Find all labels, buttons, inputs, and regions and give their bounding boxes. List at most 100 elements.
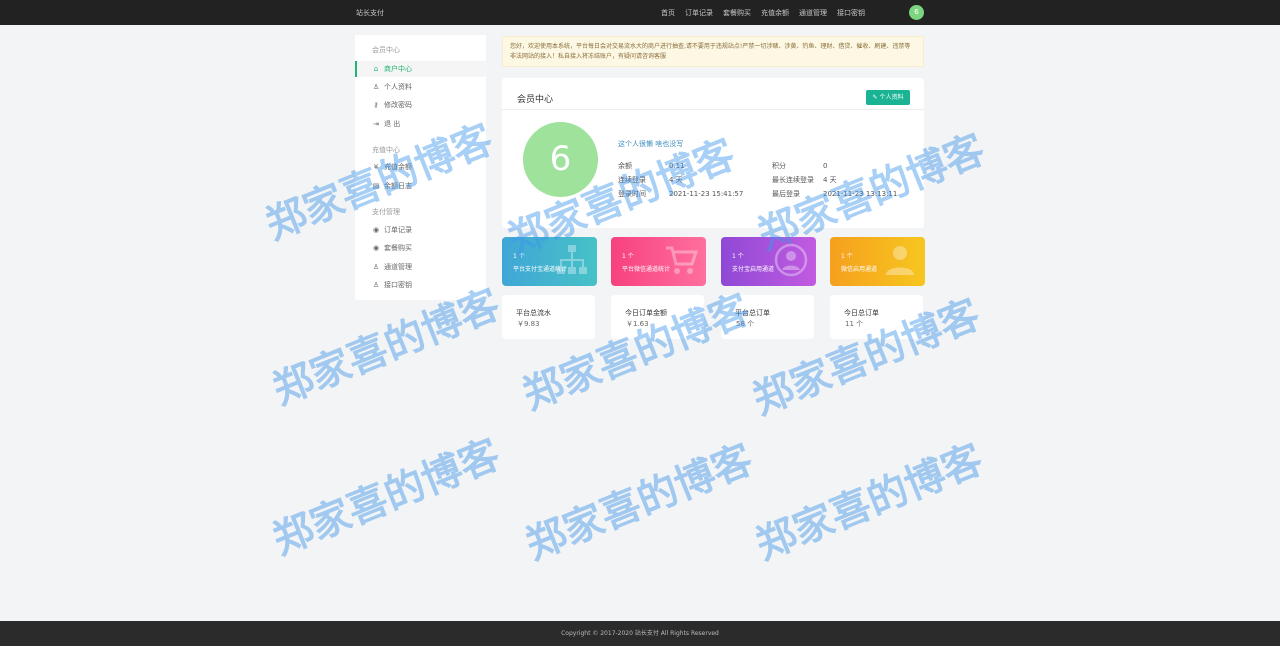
info-key: 最长连续登录 [772,176,814,184]
info-longest-login: 最长连续登录 4 天 [772,175,837,185]
watermark-text: 郑家喜的博客 [749,436,990,569]
watermark-text: 郑家喜的博客 [266,431,507,564]
nav-home[interactable]: 首页 [661,8,675,18]
info-value: 2021-11-23 15:41:57 [669,190,744,198]
edit-profile-label: 个人资料 [879,94,904,101]
sidebar-item-label: 修改密码 [384,101,412,109]
total-value: 58 个 [736,320,755,328]
info-key: 连续登录 [618,176,646,184]
total-platform-orders: 平台总订单 58 个 [721,295,814,339]
logout-icon: ⇥ [373,120,379,128]
info-key: 积分 [772,162,786,170]
user-circle-icon: ◉ [372,244,380,252]
profile-avatar: 6 [523,122,598,197]
sidebar-item-label: 退 出 [384,120,401,128]
total-title: 平台总流水 [516,309,551,317]
sidebar-section-payment: 支付管理 [372,208,400,216]
card-count: 1 个 [513,253,525,260]
sidebar-item-change-password[interactable]: ⚷ 修改密码 [355,97,486,113]
nav-recharge[interactable]: 充值余额 [761,8,789,18]
sidebar-item-label: 商户中心 [384,65,412,73]
total-value: ￥1.63 [626,320,649,328]
sidebar-item-label: 充值余额 [384,163,412,171]
sidebar-item-label: 订单记录 [384,226,412,234]
info-key: 余额 [618,162,632,170]
nav-api-keys[interactable]: 接口密钥 [837,8,865,18]
panel-title: 会员中心 [517,95,554,105]
sidebar-item-orders[interactable]: ◉ 订单记录 [355,222,486,238]
list-icon: ▤ [372,182,380,190]
sidebar-item-logout[interactable]: ⇥ 退 出 [355,116,486,132]
total-value: ￥9.83 [517,320,540,328]
sidebar-item-merchant-center[interactable]: ⌂ 商户中心 [355,61,486,77]
total-value: 11 个 [845,320,864,328]
user-icon [886,246,914,275]
notice-alert: 您好，欢迎使用本系统，平台每日会对交易流水大的商户进行抽查,请不要用于违规站点!… [502,36,924,67]
user-icon: ♙ [372,281,380,289]
sidebar: 会员中心 ⌂ 商户中心 ♙ 个人资料 ⚷ 修改密码 ⇥ 退 出 充值中心 ¥ 充… [355,35,486,300]
shopping-cart-icon [666,246,698,274]
user-icon: ♙ [372,83,380,91]
info-key: 最后登录 [772,190,800,198]
sidebar-item-balance-log[interactable]: ▤ 余额日志 [355,178,486,194]
nav-packages[interactable]: 套餐购买 [723,8,751,18]
nav-orders[interactable]: 订单记录 [685,8,713,18]
divider [502,109,924,110]
top-nav: 首页 订单记录 套餐购买 充值余额 通道管理 接口密钥 [656,8,870,18]
pencil-icon: ✎ [872,94,878,101]
card-count: 1 个 [622,253,634,260]
sidebar-item-label: 通道管理 [384,263,412,271]
info-balance: 余额 0.11 [618,161,685,171]
user-circle-icon [774,243,808,277]
total-platform-flow: 平台总流水 ￥9.83 [502,295,595,339]
sidebar-item-recharge[interactable]: ¥ 充值余额 [355,159,486,175]
info-consecutive-login: 连续登录 4 天 [618,175,683,185]
card-label: 平台微信通道统计 [622,266,671,273]
watermark-text: 郑家喜的博客 [519,436,760,569]
info-points: 积分 0 [772,161,827,171]
card-label: 微信启用通道 [841,266,878,273]
total-today-amount: 今日订单金额 ￥1.63 [611,295,704,339]
brand-logo[interactable]: 站长支付 [356,8,384,18]
sidebar-item-label: 套餐购买 [384,244,412,252]
user-icon: ♙ [372,263,380,271]
total-title: 今日总订单 [844,309,879,317]
sidebar-item-label: 接口密钥 [384,281,412,289]
member-center-panel: 会员中心 ✎ 个人资料 6 这个人很懒 啥也没写 余额 0.11 连续登录 4 天 … [502,78,924,228]
sidebar-item-channels[interactable]: ♙ 通道管理 [355,259,486,275]
user-circle-icon: ◉ [372,226,380,234]
yen-icon: ¥ [373,163,379,171]
info-login-time: 登录时间 2021-11-23 15:41:57 [618,189,743,199]
top-navbar: 站长支付 首页 订单记录 套餐购买 充值余额 通道管理 接口密钥 6 [0,0,1280,25]
info-value: 2021-11-23 13:13:11 [823,190,898,198]
footer: Copyright © 2017-2020 站长支付 All Rights Re… [0,621,1280,646]
sidebar-section-recharge: 充值中心 [372,146,400,154]
sidebar-item-api-keys[interactable]: ♙ 接口密钥 [355,277,486,293]
nav-channels[interactable]: 通道管理 [799,8,827,18]
card-count: 1 个 [732,253,744,260]
key-icon: ⚷ [373,101,379,109]
stat-card-wechat-enabled[interactable]: 1 个 微信启用通道 [830,237,925,286]
sidebar-item-packages[interactable]: ◉ 套餐购买 [355,240,486,256]
info-value: 0 [823,162,828,170]
edit-profile-button[interactable]: ✎ 个人资料 [866,90,910,105]
stat-card-alipay-enabled[interactable]: 1 个 支付宝启用通道 [721,237,816,286]
user-signature[interactable]: 这个人很懒 啥也没写 [618,139,683,149]
sidebar-item-profile[interactable]: ♙ 个人资料 [355,79,486,95]
info-key: 登录时间 [618,190,646,198]
user-avatar[interactable]: 6 [909,5,924,20]
total-title: 今日订单金额 [625,309,667,317]
sitemap-icon [557,245,587,274]
sidebar-item-label: 个人资料 [384,83,412,91]
sidebar-item-label: 余额日志 [384,182,412,190]
card-count: 1 个 [841,253,853,260]
home-icon: ⌂ [373,65,379,73]
stat-card-alipay-channels[interactable]: 1 个 平台支付宝通道统计 [502,237,597,286]
info-last-login: 最后登录 2021-11-23 13:13:11 [772,189,897,199]
total-today-orders: 今日总订单 11 个 [830,295,923,339]
stat-card-wechat-channels[interactable]: 1 个 平台微信通道统计 [611,237,706,286]
total-title: 平台总订单 [735,309,770,317]
info-value: 4 天 [669,176,683,184]
info-value: 4 天 [823,176,837,184]
info-value: 0.11 [669,162,685,170]
